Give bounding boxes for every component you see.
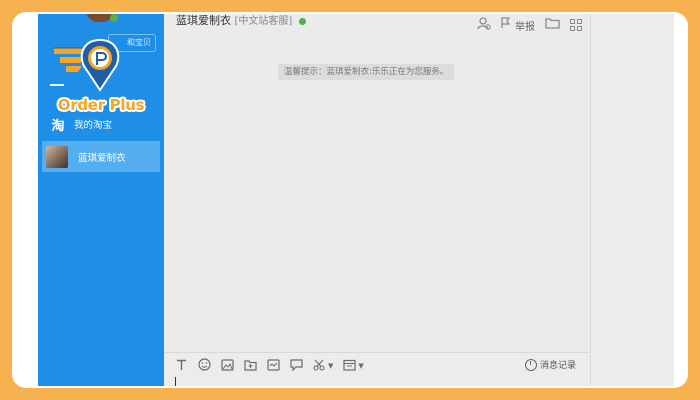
message-input-area[interactable]: ▼ ▼ 消息记录 bbox=[164, 352, 590, 386]
chat-title-subtitle: [中文站客服] bbox=[234, 16, 293, 27]
system-notice: 温馨提示：蓝琪爱制衣:乐乐正在为您服务。 bbox=[278, 64, 455, 80]
report-button[interactable]: 举报 bbox=[515, 18, 535, 33]
order-plus-logo: Order Plus bbox=[50, 38, 152, 120]
user-icon[interactable] bbox=[477, 16, 491, 34]
calendar-icon[interactable] bbox=[342, 359, 356, 374]
sidebar-item-contact[interactable]: 蓝琪爱制衣 bbox=[42, 141, 160, 172]
emoji-icon[interactable] bbox=[197, 358, 211, 374]
logo-mark-icon bbox=[54, 38, 120, 92]
grid-icon[interactable] bbox=[570, 19, 582, 31]
input-toolbar: ▼ ▼ bbox=[174, 358, 364, 374]
text-cursor bbox=[175, 377, 176, 386]
screenshot-icon[interactable] bbox=[266, 358, 280, 374]
online-status-icon bbox=[298, 17, 306, 25]
history-label: 消息记录 bbox=[539, 361, 576, 371]
clock-icon bbox=[524, 358, 537, 371]
chat-title-name: 蓝琪爱制衣 bbox=[176, 14, 231, 27]
contact-avatar bbox=[46, 145, 68, 168]
sidebar-item-label: 蓝琪爱制衣 bbox=[78, 152, 126, 164]
message-history-button[interactable]: 消息记录 bbox=[524, 358, 576, 371]
chat-header: 蓝琪爱制衣 [中文站客服] 举报 bbox=[164, 14, 590, 44]
folder-icon[interactable] bbox=[243, 359, 257, 374]
scissors-icon[interactable] bbox=[312, 359, 326, 374]
folder-icon[interactable] bbox=[545, 17, 560, 33]
comment-icon[interactable] bbox=[289, 358, 303, 374]
image-icon[interactable] bbox=[220, 358, 234, 374]
chevron-down-icon[interactable]: ▼ bbox=[328, 362, 333, 370]
chat-title: 蓝琪爱制衣 [中文站客服] bbox=[176, 14, 306, 28]
online-status-icon bbox=[110, 14, 118, 22]
chevron-down-icon[interactable]: ▼ bbox=[358, 362, 363, 370]
logo-text: Order Plus bbox=[57, 96, 145, 114]
header-actions: 举报 bbox=[477, 14, 582, 36]
report-icon[interactable] bbox=[501, 17, 511, 33]
text-format-icon[interactable] bbox=[174, 359, 188, 374]
side-panel bbox=[590, 14, 674, 386]
frame: 和宝贝 淘 我的淘宝 蓝琪爱制衣 蓝琪爱制衣 [中文站客服] 举报 温馨提示：蓝… bbox=[12, 12, 688, 388]
